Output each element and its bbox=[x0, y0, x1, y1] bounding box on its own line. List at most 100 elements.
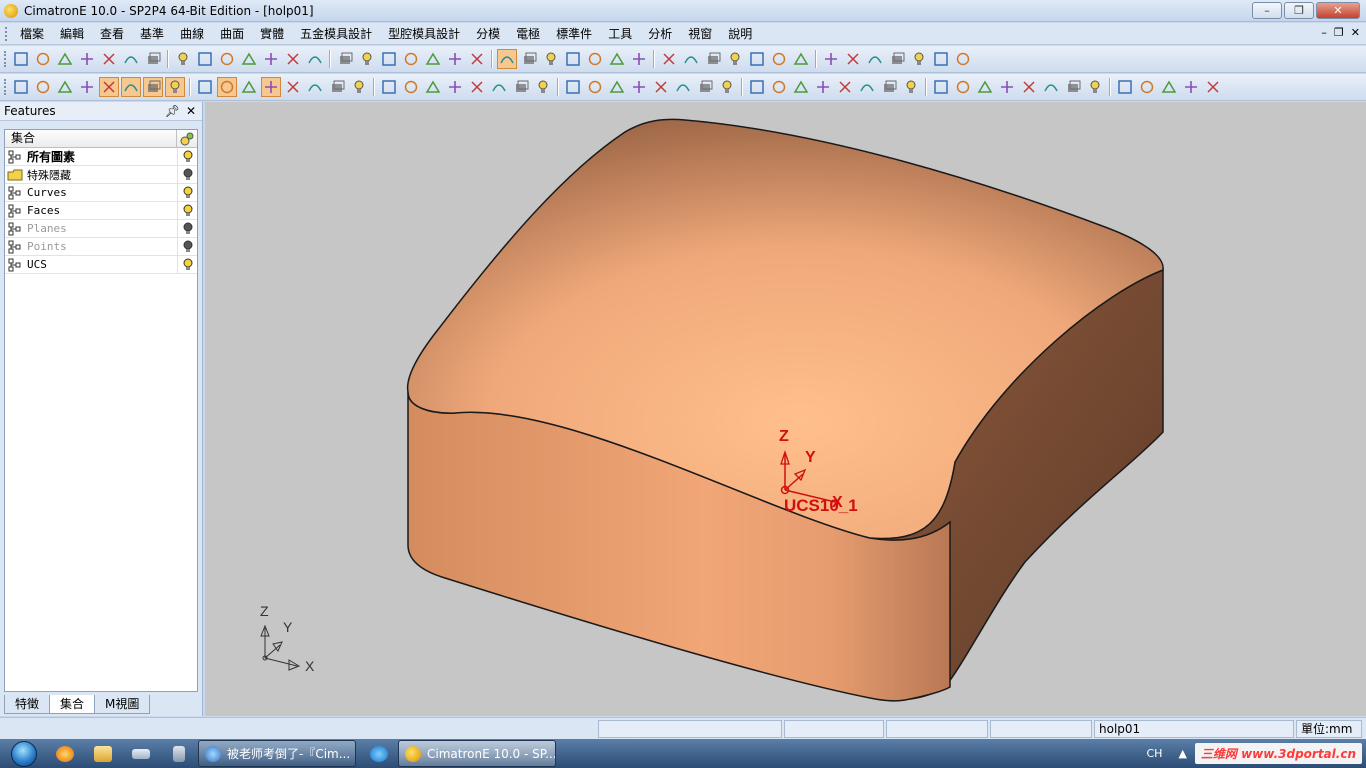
rotate-button[interactable] bbox=[305, 49, 325, 69]
curve1-button[interactable] bbox=[533, 77, 553, 97]
panel-close-icon[interactable]: ✕ bbox=[186, 104, 196, 118]
toolbar-grip[interactable] bbox=[4, 51, 7, 67]
menu-grip[interactable] bbox=[5, 26, 8, 41]
lightbulb-icon[interactable] bbox=[177, 256, 197, 273]
solid1-button[interactable] bbox=[813, 77, 833, 97]
menu-item[interactable]: 型腔模具設計 bbox=[380, 25, 468, 42]
smart-button[interactable] bbox=[379, 77, 399, 97]
menu-item[interactable]: 五金模具設計 bbox=[292, 25, 380, 42]
prev-button[interactable] bbox=[681, 49, 701, 69]
menu-item[interactable]: 基準 bbox=[132, 25, 172, 42]
view-top-button[interactable] bbox=[379, 49, 399, 69]
display-button[interactable] bbox=[585, 49, 605, 69]
pick-button[interactable] bbox=[77, 77, 97, 97]
taskbar-item-cimatron[interactable]: CimatronE 10.0 - SP... bbox=[398, 740, 556, 767]
surface3-button[interactable] bbox=[695, 77, 715, 97]
point-button[interactable] bbox=[445, 77, 465, 97]
view-iso-button[interactable] bbox=[335, 49, 355, 69]
view-settings-button[interactable] bbox=[467, 49, 487, 69]
surface1-button[interactable] bbox=[651, 77, 671, 97]
solid8-button[interactable] bbox=[975, 77, 995, 97]
pattern-button[interactable] bbox=[909, 49, 929, 69]
language-indicator[interactable]: CH bbox=[1146, 747, 1162, 760]
view-right-button[interactable] bbox=[401, 49, 421, 69]
text-button[interactable] bbox=[195, 77, 215, 97]
solid15-button[interactable] bbox=[1137, 77, 1157, 97]
open-file-button[interactable] bbox=[33, 49, 53, 69]
pen-button[interactable] bbox=[887, 49, 907, 69]
close-button[interactable]: ✕ bbox=[1316, 2, 1360, 19]
lightbulb-icon[interactable] bbox=[177, 220, 197, 237]
tree-row[interactable]: 所有圖素 bbox=[5, 148, 197, 166]
render-button[interactable] bbox=[563, 49, 583, 69]
solid14-button[interactable] bbox=[1115, 77, 1135, 97]
menu-item[interactable]: 編輯 bbox=[52, 25, 92, 42]
lines-button[interactable] bbox=[931, 49, 951, 69]
surface5-button[interactable] bbox=[747, 77, 767, 97]
solid2-button[interactable] bbox=[835, 77, 855, 97]
view-front-button[interactable] bbox=[357, 49, 377, 69]
tree-row[interactable]: Points bbox=[5, 238, 197, 256]
menu-item[interactable]: 檔案 bbox=[12, 25, 52, 42]
settings-button[interactable] bbox=[769, 49, 789, 69]
start-button[interactable] bbox=[6, 740, 42, 768]
menu-item[interactable]: 實體 bbox=[252, 25, 292, 42]
tree-button[interactable] bbox=[725, 49, 745, 69]
new-file-button[interactable] bbox=[11, 49, 31, 69]
solid5-button[interactable] bbox=[901, 77, 921, 97]
surface2-button[interactable] bbox=[673, 77, 693, 97]
lightbulb-icon[interactable] bbox=[177, 166, 197, 183]
zoom-dynamic-button[interactable] bbox=[239, 49, 259, 69]
light-off-button[interactable] bbox=[607, 49, 627, 69]
quicklaunch-browser[interactable] bbox=[46, 740, 84, 768]
pointer-button[interactable] bbox=[349, 77, 369, 97]
surface6-button[interactable] bbox=[769, 77, 789, 97]
menu-item[interactable]: 說明 bbox=[720, 25, 760, 42]
lightbulb-icon[interactable] bbox=[177, 202, 197, 219]
menu-item[interactable]: 工具 bbox=[600, 25, 640, 42]
save-button[interactable] bbox=[55, 49, 75, 69]
light-on-button[interactable] bbox=[629, 49, 649, 69]
doc-close-icon[interactable]: ✕ bbox=[1351, 26, 1360, 39]
menu-item[interactable]: 標準件 bbox=[548, 25, 600, 42]
menu-item[interactable]: 曲面 bbox=[212, 25, 252, 42]
filter5-button[interactable] bbox=[217, 77, 237, 97]
menu-item[interactable]: 電極 bbox=[508, 25, 548, 42]
arc-button[interactable] bbox=[489, 77, 509, 97]
solid11-button[interactable] bbox=[1041, 77, 1061, 97]
link-button[interactable] bbox=[121, 49, 141, 69]
menu-item[interactable]: 曲線 bbox=[172, 25, 212, 42]
filter1-button[interactable] bbox=[99, 77, 119, 97]
cube-button[interactable] bbox=[953, 49, 973, 69]
lightbulb-icon[interactable] bbox=[177, 184, 197, 201]
solid6-button[interactable] bbox=[931, 77, 951, 97]
curve4-button[interactable] bbox=[607, 77, 627, 97]
solid10-button[interactable] bbox=[1019, 77, 1039, 97]
tree-row[interactable]: 特殊隱藏 bbox=[5, 166, 197, 184]
graphics-viewport[interactable]: Z Y X UCS10_1 Z Y X bbox=[205, 102, 1366, 716]
maximize-button[interactable]: ❐ bbox=[1284, 2, 1314, 19]
sketch-button[interactable] bbox=[401, 77, 421, 97]
pin-icon[interactable]: 📌︎ bbox=[165, 104, 180, 118]
surface7-button[interactable] bbox=[791, 77, 811, 97]
panel-tab[interactable]: 特徵 bbox=[4, 695, 51, 714]
zoom-button[interactable] bbox=[261, 49, 281, 69]
tree-row[interactable]: Curves bbox=[5, 184, 197, 202]
tree-column-header[interactable]: 集合 bbox=[5, 130, 177, 147]
panel-tab[interactable]: 集合 bbox=[49, 695, 96, 714]
curve3-button[interactable] bbox=[585, 77, 605, 97]
filter3-button[interactable] bbox=[143, 77, 163, 97]
shape-button[interactable] bbox=[423, 77, 443, 97]
feature-button[interactable] bbox=[143, 49, 163, 69]
next-button[interactable] bbox=[703, 49, 723, 69]
quicklaunch-calculator[interactable] bbox=[160, 740, 198, 768]
line-button[interactable] bbox=[467, 77, 487, 97]
filter6-button[interactable] bbox=[239, 77, 259, 97]
taskbar-item-browser[interactable]: 被老师考倒了-『Cim... bbox=[198, 740, 356, 767]
view-back-button[interactable] bbox=[445, 49, 465, 69]
filter4-button[interactable] bbox=[165, 77, 185, 97]
menu-item[interactable]: 分模 bbox=[468, 25, 508, 42]
solid18-button[interactable] bbox=[1203, 77, 1223, 97]
zoom-fit-button[interactable] bbox=[195, 49, 215, 69]
redo-button[interactable] bbox=[99, 49, 119, 69]
